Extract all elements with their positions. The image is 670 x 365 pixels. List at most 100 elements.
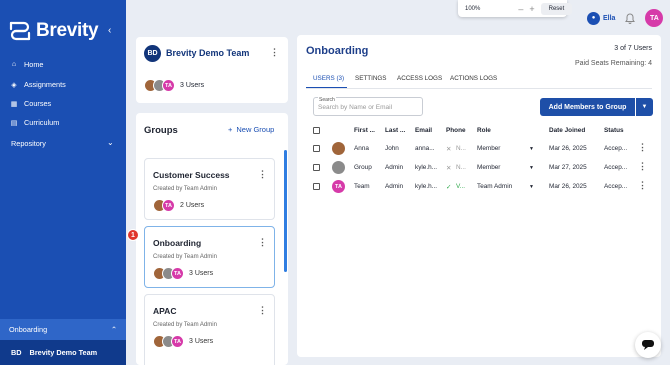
search-input[interactable]: Search Search by Name or Email	[313, 97, 423, 116]
sidebar-item-home[interactable]: ⌂ Home	[10, 60, 44, 69]
new-group-label: New Group	[236, 125, 275, 134]
column-header[interactable]: Email	[415, 127, 432, 134]
avatar-stack: TA	[153, 267, 184, 280]
groups-panel: Groups + New Group Customer Success ⋮ Cr…	[136, 113, 288, 365]
group-created-by: Created by Team Admin	[153, 322, 217, 328]
group-detail-panel: Onboarding 3 of 7 Users Paid Seats Remai…	[297, 35, 661, 357]
cell-first-name: Group	[354, 164, 372, 171]
column-header[interactable]: First ...	[354, 127, 375, 134]
role-select[interactable]: Team Admin	[477, 183, 512, 190]
zoom-in-icon[interactable]: +	[529, 4, 534, 14]
chevron-down-icon[interactable]: ⌄	[107, 138, 114, 147]
scrollbar[interactable]	[284, 150, 287, 272]
brevity-logo[interactable]: Brevity	[8, 20, 99, 42]
tab-actions-logs[interactable]: ACTIONS LOGS	[450, 75, 497, 82]
user-name[interactable]: Ella	[603, 15, 615, 22]
more-options-icon[interactable]: ⋮	[258, 237, 267, 248]
cell-email: kyle.h...	[415, 164, 438, 171]
team-user-count: 3 Users	[180, 82, 205, 89]
tab-access-logs[interactable]: ACCESS LOGS	[397, 75, 442, 82]
column-header[interactable]: Date Joined	[549, 127, 585, 134]
avatar[interactable]: TA	[645, 9, 664, 27]
avatar-stack: TA	[153, 335, 184, 348]
row-checkbox[interactable]	[313, 183, 320, 190]
tab-users[interactable]: USERS (3)	[313, 75, 344, 82]
avatar: TA	[162, 199, 175, 212]
column-header[interactable]: Role	[477, 127, 491, 134]
cell-date-joined: Mar 26, 2025	[549, 145, 587, 152]
paid-seats-remaining: Paid Seats Remaining: 4	[574, 60, 652, 67]
chat-button[interactable]	[635, 332, 661, 358]
cell-email: anna...	[415, 145, 435, 152]
sidebar: Brevity ‹ ⌂ Home ◈ Assignments ▦ Courses…	[0, 0, 126, 365]
caret-down-icon[interactable]: ▼	[529, 165, 534, 171]
zoom-control: 100% – + Reset	[458, 0, 573, 17]
sidebar-item-assignments[interactable]: ◈ Assignments	[10, 80, 65, 89]
courses-icon: ▦	[10, 100, 18, 108]
group-card-onboarding[interactable]: Onboarding ⋮ Created by Team Admin TA 3 …	[144, 226, 275, 288]
book-icon: ▤	[10, 119, 18, 127]
team-name: Brevity Demo Team	[29, 348, 98, 357]
group-card-apac[interactable]: APAC ⋮ Created by Team Admin TA 3 Users	[144, 294, 275, 365]
role-select[interactable]: Member	[477, 164, 500, 171]
column-header[interactable]: Phone	[446, 127, 466, 134]
column-header[interactable]: Last ...	[385, 127, 405, 134]
caret-down-icon[interactable]: ▼	[529, 184, 534, 190]
sidebar-item-label: Home	[24, 60, 44, 69]
phone-verified-icon: ✓	[446, 184, 452, 191]
more-options-icon[interactable]: ⋮	[258, 169, 267, 180]
more-options-icon[interactable]: ⋮	[638, 180, 647, 191]
cell-first-name: Team	[354, 183, 370, 190]
caret-down-icon[interactable]: ▼	[529, 146, 534, 152]
sidebar-item-courses[interactable]: ▦ Courses	[10, 99, 51, 108]
chevron-up-icon: ⌃	[110, 325, 117, 334]
more-options-icon[interactable]: ⋮	[638, 142, 647, 153]
row-checkbox[interactable]	[313, 145, 320, 152]
group-card-customer-success[interactable]: Customer Success ⋮ Created by Team Admin…	[144, 158, 275, 220]
search-placeholder: Search by Name or Email	[318, 104, 393, 111]
avatar-stack: TA	[144, 79, 175, 92]
zoom-reset-button[interactable]: Reset	[540, 2, 573, 15]
sidebar-item-curriculum[interactable]: ▤ Curriculum	[10, 118, 60, 127]
cell-first-name: Anna	[354, 145, 369, 152]
bell-icon[interactable]	[625, 12, 636, 24]
role-select[interactable]: Member	[477, 145, 500, 152]
avatar	[332, 161, 345, 174]
cell-date-joined: Mar 26, 2025	[549, 183, 587, 190]
row-checkbox[interactable]	[313, 164, 320, 171]
more-options-icon[interactable]: ⋮	[258, 305, 267, 316]
more-options-icon[interactable]: ⋮	[638, 161, 647, 172]
table-row[interactable]: TA Team Admin kyle.h... ✓ V... Team Admi…	[313, 177, 653, 197]
caret-down-icon[interactable]: ▼	[635, 98, 653, 116]
phone-unverified-icon: ✕	[446, 165, 452, 172]
table-row[interactable]: Group Admin kyle.h... ✕ N... Member ▼ Ma…	[313, 158, 653, 178]
team-switcher[interactable]: BD Brevity Demo Team	[0, 340, 126, 365]
avatar: TA	[162, 79, 175, 92]
trophy-icon: ◈	[11, 81, 17, 89]
column-header[interactable]: Status	[604, 127, 624, 134]
new-group-button[interactable]: + New Group	[228, 125, 274, 134]
avatar: TA	[171, 335, 184, 348]
group-name: Onboarding	[153, 238, 202, 248]
group-members: TA 2 Users	[153, 199, 204, 212]
user-area: ● Ella TA	[587, 9, 664, 27]
add-members-button[interactable]: Add Members to Group ▼	[540, 98, 653, 116]
avatar: TA	[171, 267, 184, 280]
group-created-by: Created by Team Admin	[153, 254, 217, 260]
team-members: TA 3 Users	[144, 79, 204, 92]
tab-settings[interactable]: SETTINGS	[355, 75, 387, 82]
sidebar-item-onboarding[interactable]: Onboarding ⌃	[0, 319, 126, 340]
sidebar-item-repository[interactable]: Repository	[11, 139, 46, 148]
step-badge: 1	[127, 229, 139, 241]
more-options-icon[interactable]: ⋮	[270, 47, 279, 58]
groups-title: Groups	[144, 125, 178, 136]
zoom-out-icon[interactable]: –	[518, 4, 523, 14]
group-members: TA 3 Users	[153, 335, 213, 348]
team-card: BD Brevity Demo Team ⋮ TA 3 Users	[136, 37, 288, 103]
select-all-checkbox[interactable]	[313, 127, 320, 134]
avatar: TA	[332, 180, 345, 193]
cell-phone: N...	[456, 164, 466, 171]
table-row[interactable]: Anna John anna... ✕ N... Member ▼ Mar 26…	[313, 139, 653, 159]
home-icon: ⌂	[11, 61, 17, 68]
collapse-sidebar-icon[interactable]: ‹	[108, 25, 111, 36]
